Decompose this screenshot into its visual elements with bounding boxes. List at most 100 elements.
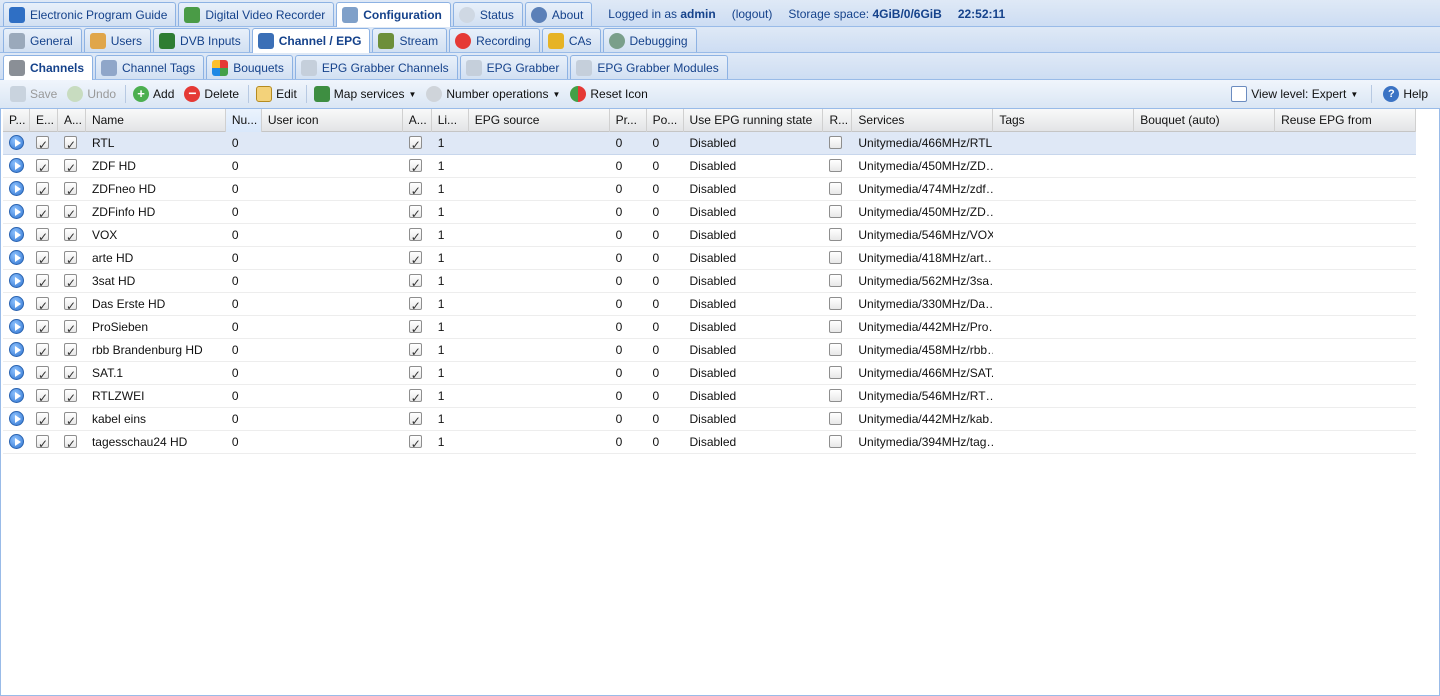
pre-cell[interactable]: 0 xyxy=(610,155,647,177)
list-cell[interactable]: 1 xyxy=(432,339,469,361)
name-cell[interactable]: RTLZWEI xyxy=(86,385,226,407)
name-cell[interactable]: ProSieben xyxy=(86,316,226,338)
tab-status[interactable]: Status xyxy=(452,2,523,26)
epg-source-cell[interactable] xyxy=(469,431,610,453)
enabled-checkbox[interactable] xyxy=(35,180,49,200)
list-cell[interactable]: 1 xyxy=(432,431,469,453)
tab-dvr[interactable]: Digital Video Recorder xyxy=(178,2,335,26)
bouquet-cell[interactable] xyxy=(1134,385,1275,407)
auto-epg-cell[interactable] xyxy=(403,178,432,200)
tab-channel-epg[interactable]: Channel / EPG xyxy=(251,28,371,53)
tags-cell[interactable] xyxy=(993,385,1134,407)
auto-epg-checkbox[interactable] xyxy=(408,134,422,154)
pre-cell[interactable]: 0 xyxy=(610,224,647,246)
play-icon[interactable] xyxy=(9,434,24,450)
post-cell[interactable]: 0 xyxy=(647,408,684,430)
remote-timeshift-cell[interactable] xyxy=(823,178,852,200)
play-icon[interactable] xyxy=(9,250,24,266)
auto-epg-cell[interactable] xyxy=(403,247,432,269)
col-post-header[interactable]: Po... xyxy=(647,109,684,132)
autoname-cell[interactable] xyxy=(58,431,86,453)
user-icon-cell[interactable] xyxy=(262,224,403,246)
epg-source-cell[interactable] xyxy=(469,224,610,246)
auto-epg-checkbox[interactable] xyxy=(408,433,422,453)
epg-running-cell[interactable]: Disabled xyxy=(684,362,824,384)
pre-cell[interactable]: 0 xyxy=(610,408,647,430)
autoname-checkbox[interactable] xyxy=(63,134,77,154)
epg-running-cell[interactable]: Disabled xyxy=(684,293,824,315)
tab-about[interactable]: About xyxy=(524,2,593,26)
enabled-cell[interactable] xyxy=(30,178,58,200)
bouquet-cell[interactable] xyxy=(1134,316,1275,338)
tab-configuration[interactable]: Configuration xyxy=(336,2,451,27)
autoname-cell[interactable] xyxy=(58,270,86,292)
remote-timeshift-cell[interactable] xyxy=(823,385,852,407)
pre-cell[interactable]: 0 xyxy=(610,132,647,154)
user-icon-cell[interactable] xyxy=(262,178,403,200)
epg-running-cell[interactable]: Disabled xyxy=(684,339,824,361)
autoname-cell[interactable] xyxy=(58,224,86,246)
epg-running-cell[interactable]: Disabled xyxy=(684,247,824,269)
pre-cell[interactable]: 0 xyxy=(610,316,647,338)
table-row[interactable]: rbb Brandenburg HD 0 1 0 0 Disabled Unitymedia… xyxy=(3,339,1416,362)
list-cell[interactable]: 1 xyxy=(432,270,469,292)
epg-source-cell[interactable] xyxy=(469,385,610,407)
tags-cell[interactable] xyxy=(993,339,1134,361)
autoname-cell[interactable] xyxy=(58,247,86,269)
remote-timeshift-checkbox[interactable] xyxy=(829,228,843,242)
play-icon[interactable] xyxy=(9,204,24,220)
autoname-cell[interactable] xyxy=(58,408,86,430)
enabled-checkbox[interactable] xyxy=(35,387,49,407)
col-number-header[interactable]: Nu... xyxy=(225,109,262,132)
enabled-checkbox[interactable] xyxy=(35,157,49,177)
reuse-epg-cell[interactable] xyxy=(1275,178,1416,200)
epg-running-cell[interactable]: Disabled xyxy=(684,408,824,430)
enabled-checkbox[interactable] xyxy=(35,134,49,154)
table-row[interactable]: RTLZWEI 0 1 0 0 Disabled Unitymedia/546MHz/RT… xyxy=(3,385,1416,408)
list-cell[interactable]: 1 xyxy=(432,385,469,407)
play-cell[interactable] xyxy=(3,362,30,384)
play-cell[interactable] xyxy=(3,431,30,453)
epg-source-cell[interactable] xyxy=(469,247,610,269)
play-cell[interactable] xyxy=(3,339,30,361)
autoname-checkbox[interactable] xyxy=(63,295,77,315)
save-button[interactable]: Save xyxy=(6,84,61,104)
table-row[interactable]: ZDFinfo HD 0 1 0 0 Disabled Unitymedia/450MHz/… xyxy=(3,201,1416,224)
auto-epg-checkbox[interactable] xyxy=(408,295,422,315)
tags-cell[interactable] xyxy=(993,201,1134,223)
play-icon[interactable] xyxy=(9,342,24,358)
bouquet-cell[interactable] xyxy=(1134,132,1275,154)
table-row[interactable]: RTL 0 1 0 0 Disabled Unitymedia/466MHz/RTL xyxy=(3,132,1416,155)
name-cell[interactable]: rbb Brandenburg HD xyxy=(86,339,226,361)
help-button[interactable]: ? Help xyxy=(1379,84,1432,104)
auto-epg-checkbox[interactable] xyxy=(408,387,422,407)
list-cell[interactable]: 1 xyxy=(432,362,469,384)
play-cell[interactable] xyxy=(3,316,30,338)
pre-cell[interactable]: 0 xyxy=(610,385,647,407)
epg-running-cell[interactable]: Disabled xyxy=(684,155,824,177)
autoname-cell[interactable] xyxy=(58,201,86,223)
table-row[interactable]: Das Erste HD 0 1 0 0 Disabled Unitymedia/330MH… xyxy=(3,293,1416,316)
post-cell[interactable]: 0 xyxy=(647,362,684,384)
auto-epg-cell[interactable] xyxy=(403,270,432,292)
table-row[interactable]: 3sat HD 0 1 0 0 Disabled Unitymedia/562MHz/3sa… xyxy=(3,270,1416,293)
name-cell[interactable]: ZDFneo HD xyxy=(86,178,226,200)
logout-link[interactable]: (logout) xyxy=(732,7,773,21)
services-cell[interactable]: Unitymedia/442MHz/Pro… xyxy=(852,316,993,338)
list-cell[interactable]: 1 xyxy=(432,178,469,200)
user-icon-cell[interactable] xyxy=(262,293,403,315)
tab-general[interactable]: General xyxy=(3,28,82,52)
number-cell[interactable]: 0 xyxy=(226,155,262,177)
tab-epg-grabber[interactable]: EPG Grabber xyxy=(459,55,569,79)
post-cell[interactable]: 0 xyxy=(647,155,684,177)
enabled-checkbox[interactable] xyxy=(35,272,49,292)
remote-timeshift-cell[interactable] xyxy=(823,362,852,384)
table-row[interactable]: kabel eins 0 1 0 0 Disabled Unitymedia/442MHz/… xyxy=(3,408,1416,431)
remote-timeshift-checkbox[interactable] xyxy=(829,205,843,219)
col-autoname-header[interactable]: A... xyxy=(58,109,86,132)
play-cell[interactable] xyxy=(3,155,30,177)
list-cell[interactable]: 1 xyxy=(432,224,469,246)
list-cell[interactable]: 1 xyxy=(432,155,469,177)
autoname-checkbox[interactable] xyxy=(63,387,77,407)
reuse-epg-cell[interactable] xyxy=(1275,132,1416,154)
